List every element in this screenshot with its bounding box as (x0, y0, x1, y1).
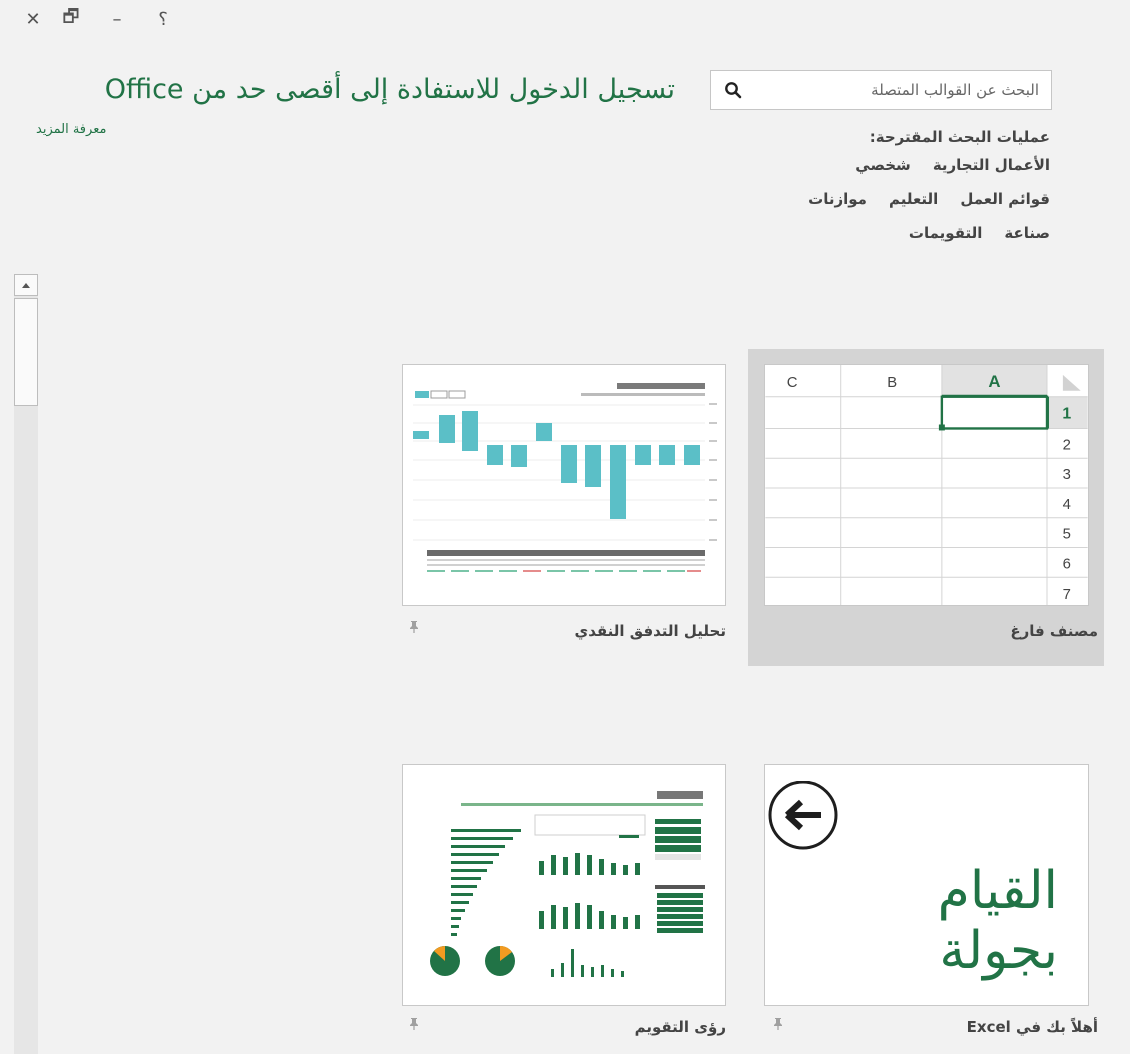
suggested-search-calendars[interactable]: التقويمات (909, 224, 983, 242)
scroll-up-button[interactable] (14, 274, 38, 296)
scroll-thumb[interactable] (14, 298, 38, 406)
row-header-4: 4 (1063, 497, 1071, 513)
tour-text: القيام بجولة (938, 861, 1058, 981)
column-header-b: B (887, 375, 897, 391)
template-search-input[interactable] (755, 71, 1051, 109)
row-header-5: 5 (1063, 527, 1071, 543)
arrow-left-circle-icon (768, 781, 838, 850)
calendar-insights-preview (403, 765, 725, 1005)
suggested-search-lists[interactable]: قوائم العمل (960, 190, 1050, 208)
calendar-insights-thumbnail[interactable] (402, 764, 726, 1006)
blank-workbook-grid: A B C 1 2 3 4 5 6 7 (765, 365, 1088, 605)
template-label-blank-workbook[interactable]: مصنف فارغ (1010, 622, 1098, 640)
welcome-tour-thumbnail[interactable]: القيام بجولة (764, 764, 1089, 1006)
restore-button[interactable]: 🗗 (48, 6, 94, 32)
learn-more-link[interactable]: معرفة المزيد (36, 122, 106, 137)
window-controls: ✕ 🗗 – ؟ (18, 6, 186, 32)
row-header-7: 7 (1063, 587, 1071, 603)
row-header-1: 1 (1062, 406, 1071, 423)
close-button[interactable]: ✕ (18, 6, 48, 32)
help-button[interactable]: ؟ (140, 6, 186, 32)
suggested-searches-row-1: الأعمال التجارية شخصي (855, 156, 1050, 174)
suggested-searches-row-2: قوائم العمل التعليم موازنات (808, 190, 1050, 208)
blank-workbook-thumbnail[interactable]: A B C 1 2 3 4 5 6 7 (764, 364, 1089, 606)
tour-line-1: القيام (937, 861, 1058, 921)
row-header-6: 6 (1063, 556, 1071, 572)
caret-up-icon (22, 282, 30, 288)
suggested-searches-label: عمليات البحث المقترحة: (869, 128, 1050, 146)
column-header-c: C (787, 375, 798, 391)
template-label-cash-flow[interactable]: تحليل التدفق النقدي (574, 622, 726, 640)
template-label-calendar-insights[interactable]: رؤى التقويم (635, 1018, 726, 1036)
cash-flow-preview (403, 365, 725, 605)
template-search-box (710, 70, 1052, 110)
suggested-searches-row-3: صناعة التقويمات (909, 224, 1050, 242)
suggested-search-budgets[interactable]: موازنات (808, 190, 867, 208)
tour-line-2: بجولة (939, 921, 1058, 981)
cash-flow-thumbnail[interactable] (402, 364, 726, 606)
search-icon (725, 82, 742, 99)
pin-icon[interactable] (408, 1017, 420, 1035)
suggested-search-education[interactable]: التعليم (889, 190, 938, 208)
pin-icon[interactable] (408, 620, 420, 638)
row-header-3: 3 (1063, 467, 1071, 483)
pin-icon[interactable] (772, 1017, 784, 1035)
column-header-a: A (988, 372, 1000, 391)
template-label-welcome[interactable]: أهلاً بك في Excel (967, 1018, 1098, 1036)
suggested-search-business[interactable]: الأعمال التجارية (933, 156, 1050, 174)
suggested-search-personal[interactable]: شخصي (855, 156, 911, 174)
signin-banner[interactable]: تسجيل الدخول للاستفادة إلى أقصى حد من Of… (105, 74, 675, 105)
row-header-2: 2 (1063, 437, 1071, 453)
vertical-scrollbar[interactable] (14, 274, 38, 1054)
suggested-search-industry[interactable]: صناعة (1004, 224, 1050, 242)
search-button[interactable] (711, 71, 755, 109)
minimize-button[interactable]: – (94, 6, 140, 32)
